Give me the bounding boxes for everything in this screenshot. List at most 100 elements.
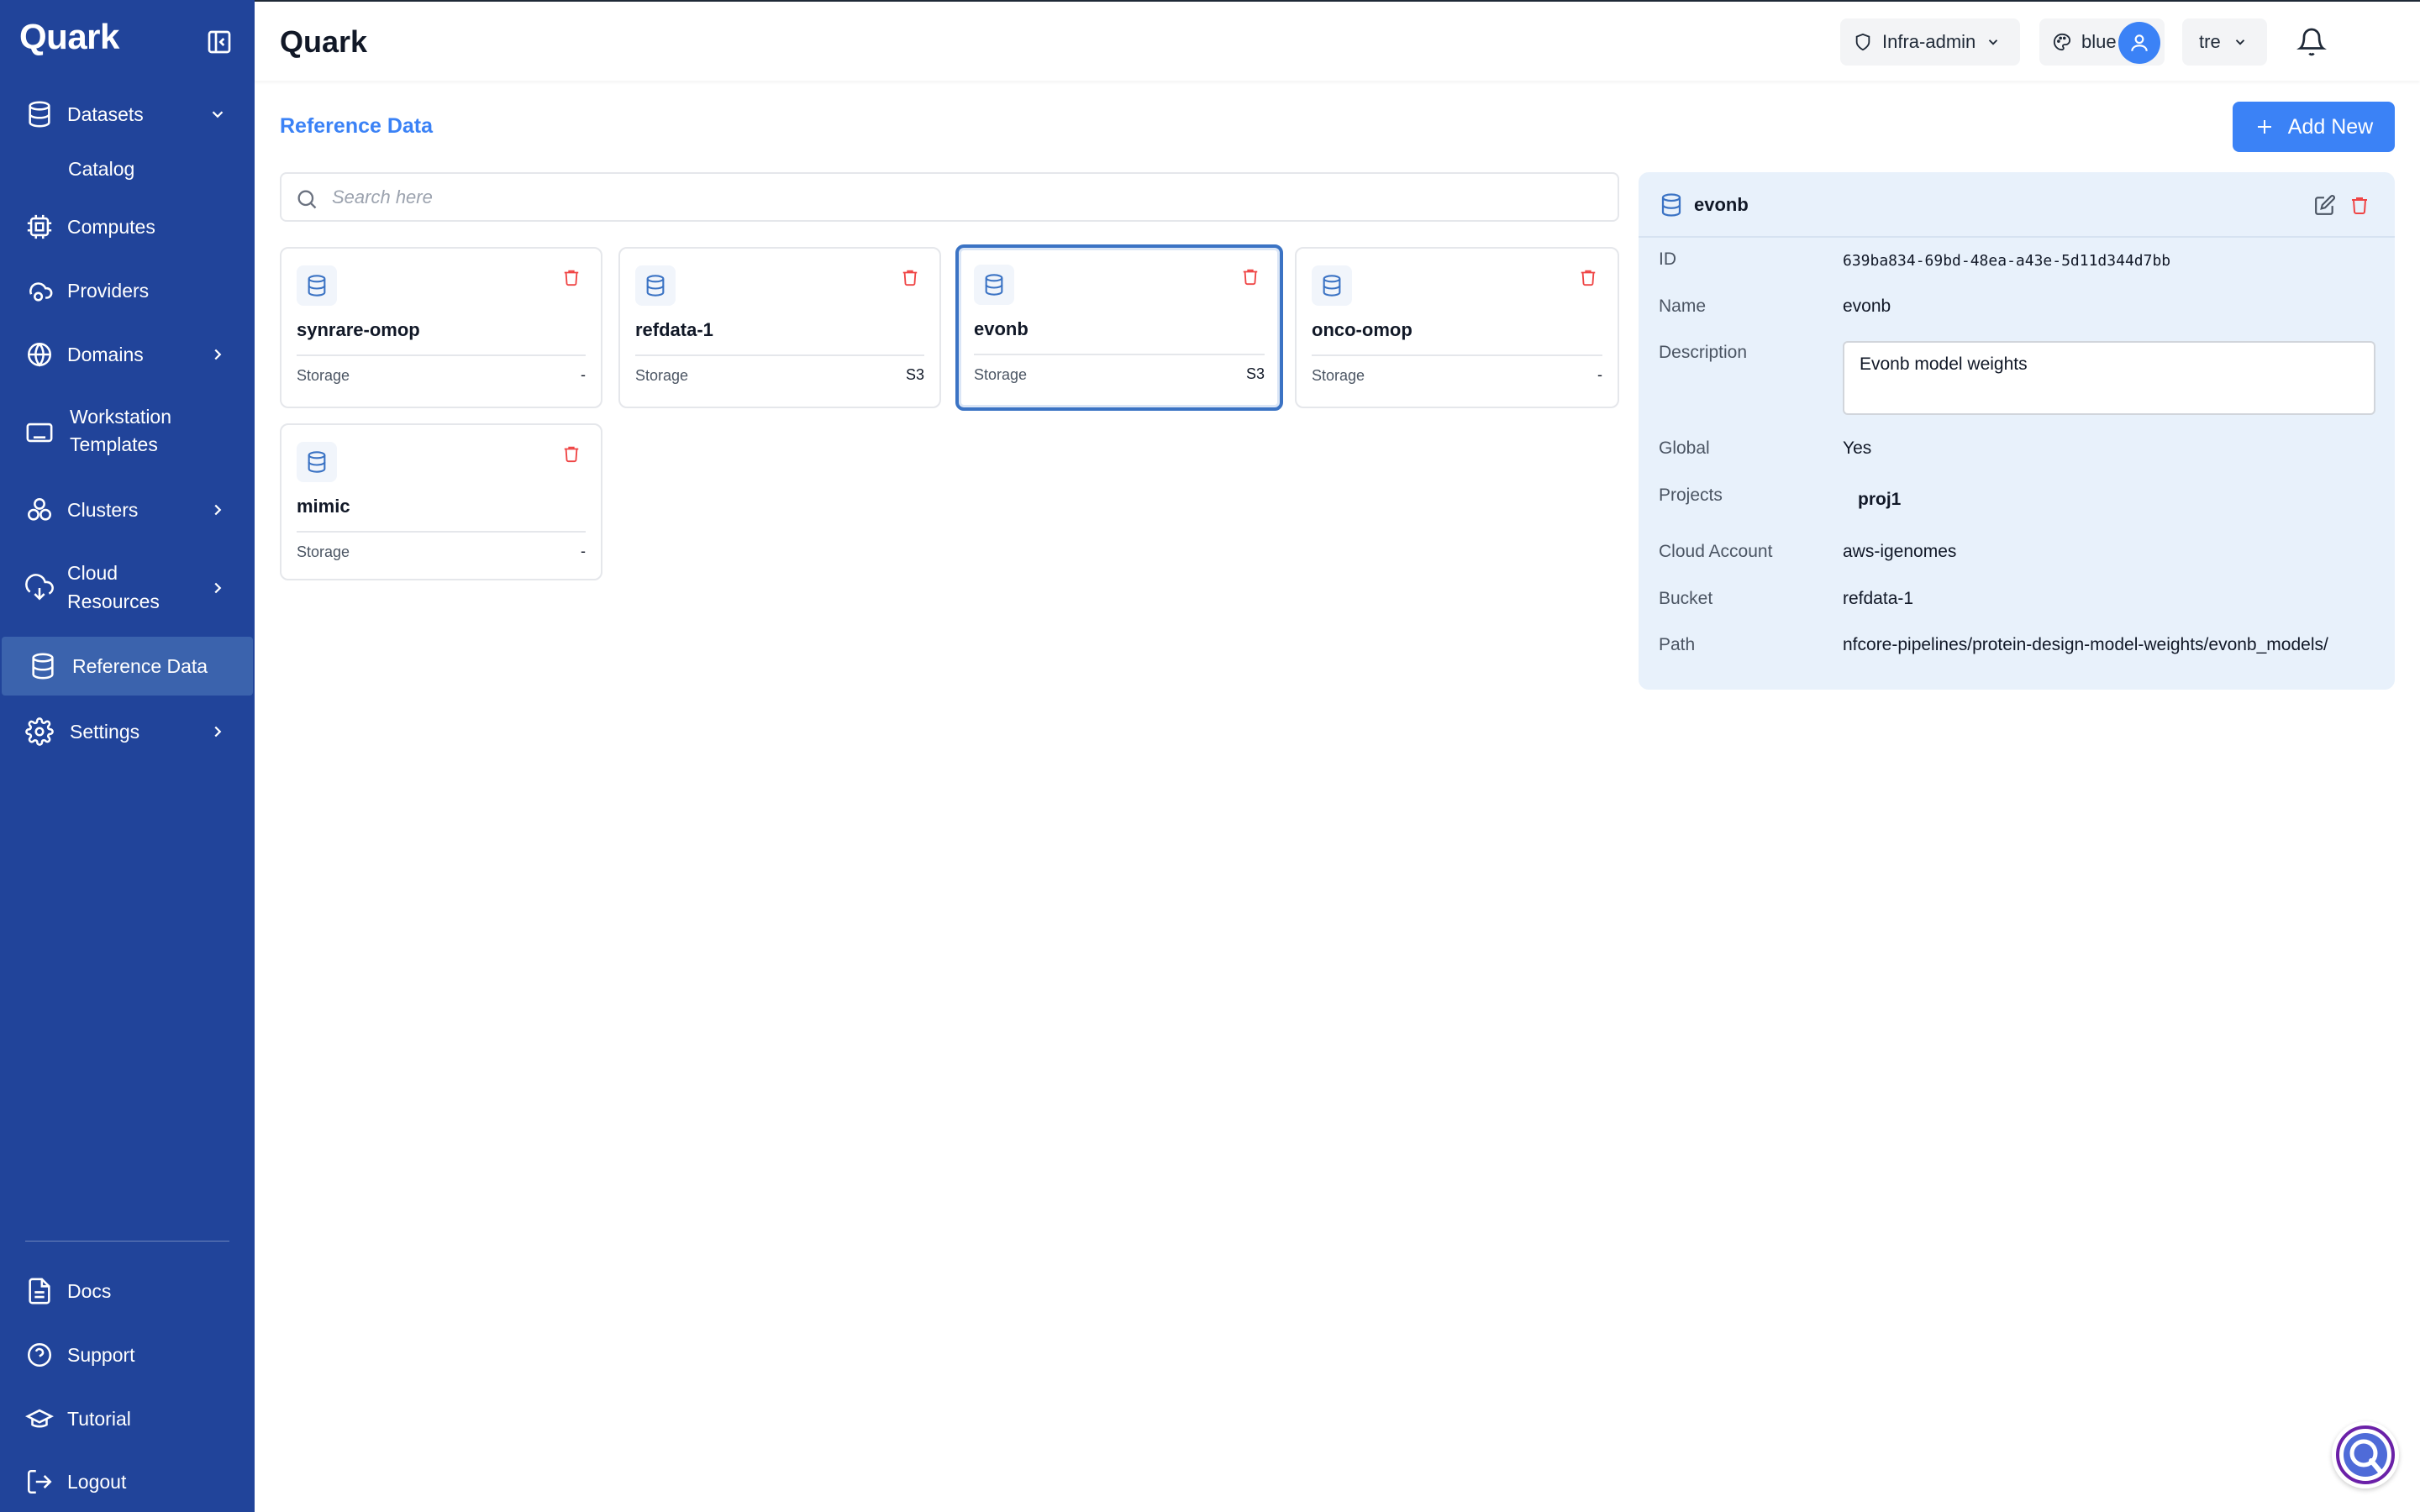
sidebar-item-label: Docs bbox=[67, 1280, 112, 1302]
detail-title: evonb bbox=[1694, 194, 1749, 215]
sidebar-item-support[interactable]: Support bbox=[0, 1341, 255, 1369]
chevron-right-icon bbox=[208, 722, 227, 741]
sidebar-item-label: Support bbox=[67, 1344, 135, 1366]
database-icon bbox=[1659, 192, 1684, 218]
sidebar-item-label-wrap: Cloud Resources bbox=[67, 559, 160, 616]
assistant-logo-icon bbox=[2336, 1425, 2395, 1484]
name-value: evonb bbox=[1843, 297, 1891, 316]
global-value: Yes bbox=[1843, 438, 1872, 458]
reference-card-refdata-1[interactable]: refdata-1 Storage S3 bbox=[618, 247, 941, 408]
path-value: nfcore-pipelines/protein-design-model-we… bbox=[1843, 635, 2328, 654]
sidebar-item-computes[interactable]: Computes bbox=[0, 213, 255, 241]
cloud-download-icon bbox=[25, 574, 54, 602]
sidebar-item-settings[interactable]: Settings bbox=[0, 717, 255, 746]
sidebar: Quark Datasets Catalog Computes Provider… bbox=[0, 0, 255, 1512]
sidebar-item-cloud-resources[interactable]: Cloud Resources bbox=[0, 559, 255, 617]
shield-icon bbox=[1854, 33, 1872, 51]
reference-card-synrare-omop[interactable]: synrare-omop Storage - bbox=[280, 247, 602, 408]
sidebar-collapse-icon[interactable] bbox=[206, 29, 233, 55]
cloud-cog-icon bbox=[25, 276, 54, 305]
card-title: onco-omop bbox=[1312, 319, 1413, 340]
edit-icon[interactable] bbox=[2314, 194, 2336, 216]
name-label: Name bbox=[1659, 297, 1707, 316]
chevron-down-icon bbox=[2233, 34, 2248, 50]
search-box bbox=[280, 172, 1619, 222]
search-input[interactable] bbox=[332, 181, 1592, 214]
role-selector[interactable]: Infra-admin bbox=[1840, 18, 2020, 66]
sidebar-item-label: Reference Data bbox=[72, 655, 208, 677]
sidebar-item-label: Clusters bbox=[67, 499, 139, 521]
card-title: mimic bbox=[297, 496, 350, 517]
tenant-selector[interactable]: tre bbox=[2182, 18, 2267, 66]
cloud-account-value: aws-igenomes bbox=[1843, 542, 1957, 561]
card-storage-label: Storage bbox=[635, 367, 689, 384]
gear-icon bbox=[25, 717, 54, 746]
palette-icon bbox=[2053, 33, 2071, 51]
card-divider bbox=[974, 354, 1265, 355]
projects-label: Projects bbox=[1659, 486, 1723, 505]
sidebar-divider bbox=[25, 1241, 229, 1242]
trash-icon[interactable] bbox=[1579, 267, 1599, 289]
id-label: ID bbox=[1659, 249, 1676, 269]
sidebar-item-label: Domains bbox=[67, 344, 144, 365]
card-storage-label: Storage bbox=[1312, 367, 1365, 384]
card-storage-value: S3 bbox=[1245, 365, 1265, 382]
sidebar-item-logout[interactable]: Logout bbox=[0, 1467, 255, 1496]
sidebar-item-label-wrap: Workstation Templates bbox=[70, 403, 171, 459]
card-storage-value: - bbox=[1597, 366, 1602, 383]
reference-card-mimic[interactable]: mimic Storage - bbox=[280, 423, 602, 580]
reference-card-evonb[interactable]: evonb Storage S3 bbox=[955, 244, 1283, 411]
card-storage-value: - bbox=[581, 543, 586, 559]
sidebar-item-clusters[interactable]: Clusters bbox=[0, 496, 255, 524]
plus-icon bbox=[2254, 117, 2275, 137]
bucket-label: Bucket bbox=[1659, 589, 1713, 608]
add-new-button[interactable]: Add New bbox=[2233, 102, 2395, 152]
page-title: Reference Data bbox=[280, 114, 434, 138]
sidebar-item-label: Tutorial bbox=[67, 1408, 131, 1430]
reference-card-onco-omop[interactable]: onco-omop Storage - bbox=[1295, 247, 1619, 408]
database-icon bbox=[635, 265, 676, 306]
sidebar-item-label: Logout bbox=[67, 1471, 127, 1493]
sidebar-item-docs[interactable]: Docs bbox=[0, 1277, 255, 1305]
trash-icon[interactable] bbox=[562, 444, 582, 465]
assistant-chat-button[interactable] bbox=[2332, 1421, 2399, 1488]
graduation-cap-icon bbox=[25, 1404, 54, 1433]
add-new-label: Add New bbox=[2287, 114, 2374, 139]
sidebar-item-label: Computes bbox=[67, 216, 155, 238]
trash-icon[interactable] bbox=[1241, 266, 1261, 288]
sidebar-item-label: Cloud bbox=[67, 562, 118, 584]
id-value: 639ba834-69bd-48ea-a43e-5d11d344d7bb bbox=[1843, 252, 2171, 270]
trash-icon[interactable] bbox=[562, 267, 582, 289]
sidebar-subitem-catalog[interactable]: Catalog bbox=[68, 158, 134, 181]
description-label: Description bbox=[1659, 343, 1748, 362]
bell-icon[interactable] bbox=[2296, 25, 2327, 59]
trash-icon[interactable] bbox=[901, 267, 921, 289]
chevron-right-icon bbox=[208, 579, 227, 597]
cluster-icon bbox=[25, 496, 54, 524]
sidebar-item-reference-data[interactable]: Reference Data bbox=[2, 637, 253, 696]
sidebar-item-datasets[interactable]: Datasets bbox=[0, 100, 255, 129]
sidebar-item-label-2: Templates bbox=[70, 433, 158, 455]
chevron-down-icon bbox=[208, 105, 227, 123]
tenant-label: tre bbox=[2199, 31, 2221, 52]
sidebar-item-domains[interactable]: Domains bbox=[0, 340, 255, 369]
top-bar: Quark Infra-admin blue tre bbox=[255, 0, 2420, 81]
chevron-right-icon bbox=[208, 501, 227, 519]
card-storage-label: Storage bbox=[974, 366, 1028, 383]
sidebar-item-tutorial[interactable]: Tutorial bbox=[0, 1404, 255, 1433]
sidebar-item-label: Providers bbox=[67, 280, 150, 302]
chevron-down-icon bbox=[1986, 34, 2001, 50]
database-icon bbox=[297, 265, 337, 306]
sidebar-item-label: Workstation bbox=[70, 406, 172, 428]
role-label: Infra-admin bbox=[1882, 31, 1976, 52]
detail-header: evonb bbox=[1639, 172, 2395, 238]
app-logo: Quark bbox=[19, 17, 119, 56]
database-icon bbox=[25, 100, 54, 129]
avatar[interactable] bbox=[2118, 22, 2160, 64]
document-icon bbox=[25, 1277, 54, 1305]
trash-icon[interactable] bbox=[2349, 194, 2370, 216]
sidebar-item-workstation-templates[interactable]: Workstation Templates bbox=[0, 403, 255, 462]
card-storage-label: Storage bbox=[297, 543, 350, 560]
sidebar-item-providers[interactable]: Providers bbox=[0, 276, 255, 305]
sidebar-item-label-2: Resources bbox=[67, 591, 160, 612]
